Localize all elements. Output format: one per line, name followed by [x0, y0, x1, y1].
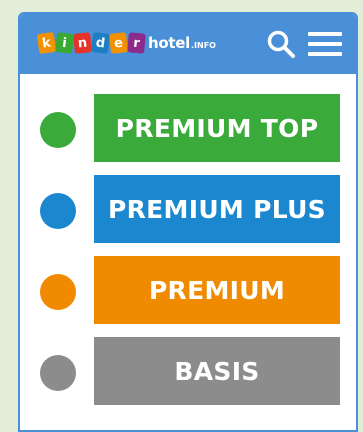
tier-button-premium-plus[interactable]: PREMIUM PLUS [94, 175, 340, 243]
hamburger-menu-icon [308, 32, 342, 56]
site-header: k i n d e r hotel .INFO [20, 14, 356, 74]
tier-row-basis: BASIS [20, 337, 356, 405]
logo-tile: n [73, 32, 92, 54]
tier-color-dot [40, 355, 76, 391]
search-icon [267, 30, 295, 58]
logo-tile: e [109, 32, 128, 54]
menu-button[interactable] [308, 31, 342, 57]
logo-domain-suffix: .INFO [190, 41, 216, 50]
tier-color-dot [40, 112, 76, 148]
tier-color-dot [40, 274, 76, 310]
tier-row-premium: PREMIUM [20, 256, 356, 324]
tier-row-premium-top: PREMIUM TOP [20, 94, 356, 162]
tier-color-dot [40, 193, 76, 229]
logo-tile: r [127, 32, 146, 54]
tier-button-premium-top[interactable]: PREMIUM TOP [94, 94, 340, 162]
logo-tile: d [90, 32, 111, 54]
search-button[interactable] [266, 29, 296, 59]
tier-button-basis[interactable]: BASIS [94, 337, 340, 405]
tier-row-premium-plus: PREMIUM PLUS [20, 175, 356, 243]
logo-tile: k [36, 31, 57, 55]
logo-letter-tiles: k i n d e r [36, 31, 146, 55]
category-panel: k i n d e r hotel .INFO PREMIUM TOP PREM… [18, 12, 358, 432]
kinderhotel-logo[interactable]: k i n d e r hotel .INFO [36, 30, 216, 56]
logo-tile: i [55, 32, 74, 54]
logo-wordmark: hotel [148, 34, 190, 52]
tier-button-premium[interactable]: PREMIUM [94, 256, 340, 324]
